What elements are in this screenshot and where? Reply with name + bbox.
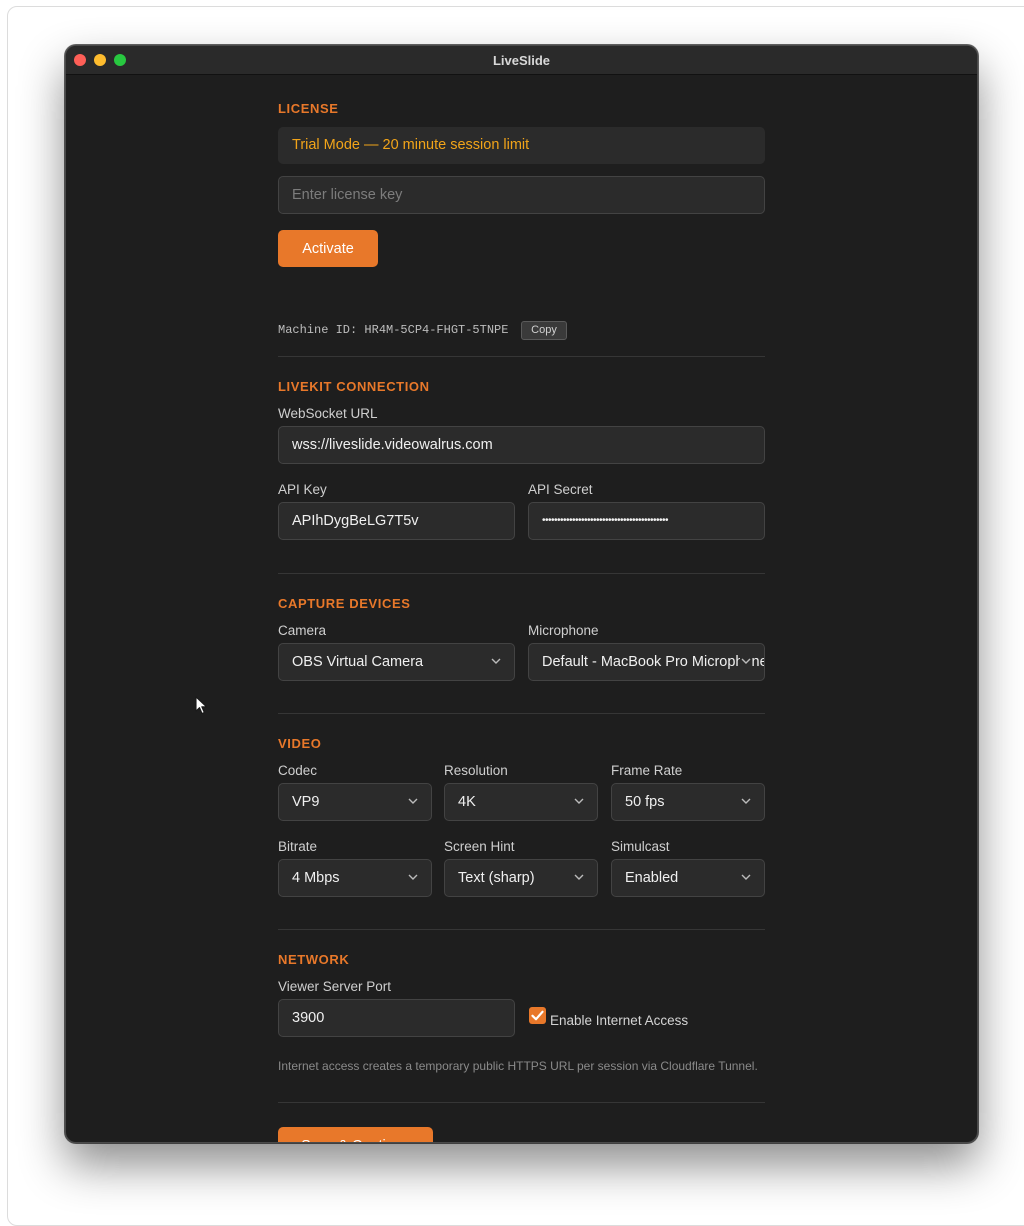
chevron-down-icon bbox=[407, 871, 419, 883]
chevron-down-icon bbox=[740, 871, 752, 883]
codec-select-value: VP9 bbox=[292, 794, 320, 810]
codec-select[interactable]: VP9 bbox=[278, 783, 432, 821]
internet-access-checkbox[interactable] bbox=[529, 1007, 546, 1024]
simulcast-select[interactable]: Enabled bbox=[611, 859, 765, 897]
section-divider bbox=[278, 1102, 765, 1103]
section-divider bbox=[278, 356, 765, 357]
frame-rate-select-value: 50 fps bbox=[625, 794, 665, 810]
microphone-select[interactable]: Default - MacBook Pro Microphone bbox=[528, 643, 765, 681]
window-title: LiveSlide bbox=[492, 53, 551, 68]
trial-mode-banner: Trial Mode — 20 minute session limit bbox=[278, 127, 765, 164]
viewer-port-input[interactable] bbox=[278, 999, 515, 1037]
video-section-title: VIDEO bbox=[278, 736, 322, 751]
websocket-url-label: WebSocket URL bbox=[278, 406, 378, 421]
camera-select-value: OBS Virtual Camera bbox=[292, 654, 424, 670]
screen-hint-select-value: Text (sharp) bbox=[458, 870, 535, 886]
resolution-label: Resolution bbox=[444, 763, 508, 778]
camera-label: Camera bbox=[278, 623, 327, 638]
bitrate-select[interactable]: 4 Mbps bbox=[278, 859, 432, 897]
chevron-down-icon bbox=[573, 795, 585, 807]
save-continue-button[interactable]: Save & Continue bbox=[278, 1127, 433, 1142]
capture-section-title: CAPTURE DEVICES bbox=[278, 596, 411, 611]
internet-access-label[interactable]: Enable Internet Access bbox=[550, 1013, 688, 1028]
chevron-down-icon bbox=[740, 655, 752, 667]
livekit-section-title: LIVEKIT CONNECTION bbox=[278, 379, 430, 394]
microphone-select-value: Default - MacBook Pro Microphone bbox=[542, 654, 765, 670]
chevron-down-icon bbox=[740, 795, 752, 807]
bitrate-label: Bitrate bbox=[278, 839, 318, 854]
screen-hint-select[interactable]: Text (sharp) bbox=[444, 859, 598, 897]
chevron-down-icon bbox=[490, 655, 502, 667]
api-secret-input[interactable]: ••••••••••••••••••••••••••••••••••••••••… bbox=[528, 502, 765, 540]
mouse-pointer-icon bbox=[195, 696, 208, 720]
microphone-label: Microphone bbox=[528, 623, 599, 638]
websocket-url-input[interactable] bbox=[278, 426, 765, 464]
chevron-down-icon bbox=[407, 795, 419, 807]
activate-button[interactable]: Activate bbox=[278, 230, 378, 267]
internet-access-note: Internet access creates a temporary publ… bbox=[278, 1059, 758, 1073]
simulcast-select-value: Enabled bbox=[625, 870, 679, 886]
chevron-down-icon bbox=[573, 871, 585, 883]
api-key-label: API Key bbox=[278, 482, 327, 497]
viewer-port-label: Viewer Server Port bbox=[278, 979, 392, 994]
app-window: LiveSlide LICENSE Trial Mode — 20 minute… bbox=[65, 45, 978, 1143]
section-divider bbox=[278, 713, 765, 714]
resolution-select[interactable]: 4K bbox=[444, 783, 598, 821]
network-section-title: NETWORK bbox=[278, 952, 350, 967]
title-bar[interactable]: LiveSlide bbox=[66, 46, 977, 75]
machine-id-text: Machine ID: HR4M-5CP4-FHGT-5TNPE bbox=[278, 323, 509, 337]
camera-select[interactable]: OBS Virtual Camera bbox=[278, 643, 515, 681]
section-divider bbox=[278, 573, 765, 574]
frame-rate-label: Frame Rate bbox=[611, 763, 683, 778]
codec-label: Codec bbox=[278, 763, 318, 778]
frame-rate-select[interactable]: 50 fps bbox=[611, 783, 765, 821]
copy-machine-id-button[interactable]: Copy bbox=[521, 321, 567, 340]
api-key-input[interactable] bbox=[278, 502, 515, 540]
api-secret-label: API Secret bbox=[528, 482, 593, 497]
resolution-select-value: 4K bbox=[458, 794, 476, 810]
simulcast-label: Simulcast bbox=[611, 839, 670, 854]
bitrate-select-value: 4 Mbps bbox=[292, 870, 340, 886]
license-key-input[interactable] bbox=[278, 176, 765, 214]
section-divider bbox=[278, 929, 765, 930]
screen-hint-label: Screen Hint bbox=[444, 839, 515, 854]
license-section-title: LICENSE bbox=[278, 101, 339, 116]
checkmark-icon bbox=[531, 1010, 544, 1021]
